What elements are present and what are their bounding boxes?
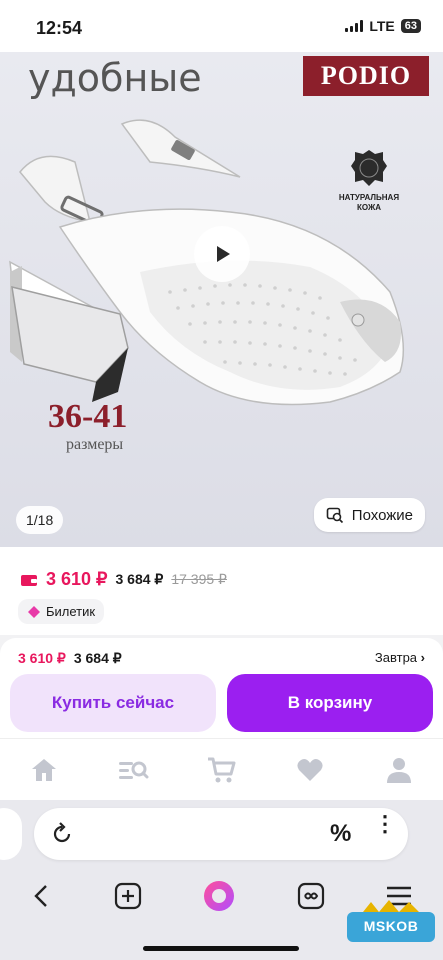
similar-search-icon — [326, 507, 343, 524]
leather-caption: НАТУРАЛЬНАЯ КОЖА — [338, 193, 400, 212]
play-icon — [217, 246, 230, 262]
similar-button[interactable]: Похожие — [313, 498, 425, 532]
panel-prices: 3 610 ₽ 3 684 ₽ — [18, 650, 122, 667]
watermark-logo: MSKOB — [343, 898, 439, 950]
catalog-search-icon[interactable] — [113, 750, 153, 790]
more-options-icon[interactable]: ⋮ — [374, 813, 396, 835]
status-time: 12:54 — [36, 18, 83, 38]
ticket-label: Билетик — [46, 604, 96, 619]
delivery-link[interactable]: Завтра › — [375, 650, 425, 665]
profile-icon[interactable] — [379, 750, 419, 790]
status-indicators: LTE 63 — [345, 18, 421, 34]
discount-percent-icon[interactable]: % — [330, 820, 351, 848]
cart-icon[interactable] — [201, 750, 241, 790]
play-button[interactable] — [194, 226, 250, 282]
panel-price-main: 3 610 ₽ — [18, 650, 66, 666]
ticket-icon — [28, 605, 40, 618]
price-row: 3 610 ₽ 3 684 ₽ 17 395 ₽ — [20, 569, 227, 590]
size-label: размеры — [66, 436, 124, 453]
favorites-icon[interactable] — [290, 750, 330, 790]
ticket-chip[interactable]: Билетик — [18, 599, 105, 624]
watermark-text: MSKOB — [363, 918, 419, 934]
url-bar[interactable]: % ⋮ — [34, 808, 408, 860]
network-label: LTE — [369, 18, 395, 34]
chevron-right-icon: › — [420, 650, 425, 665]
image-counter: 1/18 — [16, 506, 64, 534]
status-bar: 12:54 LTE 63 — [0, 0, 443, 52]
product-image-carousel[interactable]: удобные PODIO НАТУРАЛЬНАЯ КОЖА 36-41 раз… — [0, 52, 443, 547]
app-tabbar — [0, 738, 443, 801]
size-range: 36-41 — [48, 398, 128, 435]
new-tab-icon[interactable] — [114, 882, 142, 910]
battery-icon: 63 — [400, 19, 421, 33]
leather-icon — [351, 150, 387, 186]
price-main: 3 610 ₽ — [46, 569, 108, 589]
price-alt: 3 684 ₽ — [115, 571, 164, 587]
home-icon[interactable] — [24, 750, 64, 790]
wallet-icon — [21, 574, 37, 586]
similar-label: Похожие — [351, 506, 413, 524]
leather-badge: НАТУРАЛЬНАЯ КОЖА — [329, 148, 409, 213]
alice-icon[interactable] — [202, 879, 236, 913]
price-section: 3 610 ₽ 3 684 ₽ 17 395 ₽ Билетик — [0, 547, 443, 635]
shoe-illustration — [9, 119, 405, 406]
panel-price-alt: 3 684 ₽ — [73, 650, 122, 666]
back-icon[interactable] — [30, 884, 54, 908]
price-old: 17 395 ₽ — [171, 571, 227, 587]
buy-panel: 3 610 ₽ 3 684 ₽ Завтра › Купить сейчас В… — [0, 638, 443, 738]
previous-tab-peek[interactable] — [0, 808, 22, 860]
delivery-label: Завтра — [374, 650, 418, 665]
signal-icon — [345, 20, 364, 32]
reload-icon[interactable] — [50, 822, 74, 846]
buy-now-button[interactable]: Купить сейчас — [10, 674, 216, 732]
home-indicator — [143, 946, 299, 951]
add-to-cart-button[interactable]: В корзину — [227, 674, 433, 732]
tabs-icon[interactable] — [297, 882, 325, 910]
